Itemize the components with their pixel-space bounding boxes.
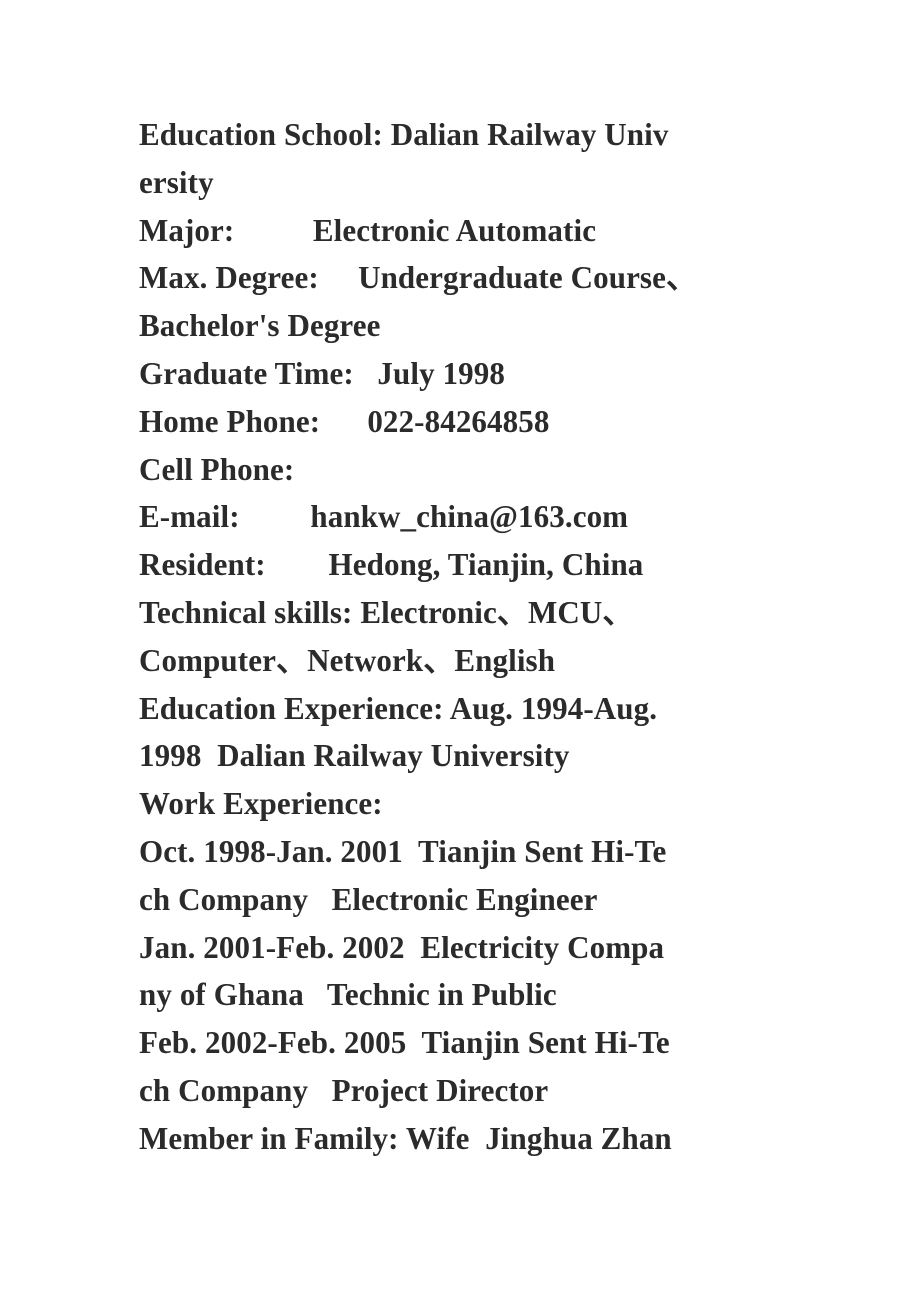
text-line-work-experience-2: Jan. 2001-Feb. 2002 Electricity Compa [139, 929, 665, 965]
text-line-technical-skills: Technical skills: Electronic、MCU、 [139, 594, 634, 630]
text-line-max-degree-cont: Bachelor's Degree [139, 308, 381, 344]
text-line-education-school-cont: ersity [139, 164, 214, 200]
text-line-work-experience-1: Oct. 1998-Jan. 2001 Tianjin Sent Hi-Te [139, 833, 667, 869]
text-line-member-in-family: Member in Family: Wife Jinghua Zhan [139, 1120, 672, 1156]
text-line-work-experience-heading: Work Experience: [139, 786, 383, 822]
text-line-max-degree: Max. Degree: Undergraduate Course、 [139, 260, 698, 296]
text-line-graduate-time: Graduate Time: July 1998 [139, 355, 506, 391]
text-line-resident: Resident: Hedong, Tianjin, China [139, 547, 644, 583]
resume-text-block: Education School: Dalian Railway Univ er… [139, 111, 839, 1163]
text-line-education-experience-cont: 1998 Dalian Railway University [139, 738, 570, 774]
text-line-home-phone: Home Phone: 022-84264858 [139, 403, 550, 439]
text-line-education-experience: Education Experience: Aug. 1994-Aug. [139, 690, 658, 726]
document-page: Education School: Dalian Railway Univ er… [0, 0, 920, 1302]
text-line-work-experience-3-cont: ch Company Project Director [139, 1072, 549, 1108]
text-line-email: E-mail: hankw_china@163.com [139, 499, 629, 535]
text-line-work-experience-1-cont: ch Company Electronic Engineer [139, 881, 598, 917]
text-line-work-experience-2-cont: ny of Ghana Technic in Public [139, 977, 557, 1013]
text-line-technical-skills-cont: Computer、Network、English [139, 642, 556, 678]
text-line-education-school: Education School: Dalian Railway Univ [139, 117, 669, 152]
text-line-work-experience-3: Feb. 2002-Feb. 2005 Tianjin Sent Hi-Te [139, 1025, 670, 1061]
text-line-major: Major: Electronic Automatic [139, 212, 597, 248]
text-line-cell-phone: Cell Phone: [139, 451, 295, 487]
